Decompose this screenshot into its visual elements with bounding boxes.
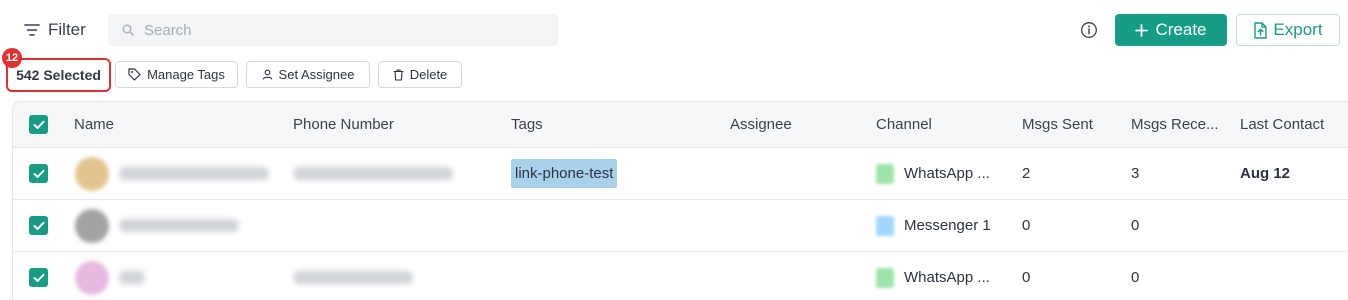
avatar — [75, 156, 109, 191]
delete-button[interactable]: Delete — [378, 61, 462, 88]
row-checkbox[interactable] — [29, 216, 48, 235]
redacted-phone — [293, 167, 453, 180]
check-icon — [33, 169, 44, 178]
avatar-cell — [75, 252, 109, 300]
check-icon — [33, 120, 44, 129]
manage-tags-label: Manage Tags — [147, 67, 225, 82]
channel-label: Messenger 1 — [904, 217, 991, 234]
redacted-name — [119, 219, 239, 232]
tag-chip[interactable]: link-phone-test — [511, 159, 618, 188]
export-label: Export — [1273, 20, 1323, 39]
redacted-name — [119, 167, 269, 180]
msgs-sent-cell: 2 — [1022, 165, 1031, 182]
table-row[interactable]: Messenger 1 0 0 — [13, 200, 1348, 252]
table-header: Name Phone Number Tags Assignee Channel … — [13, 102, 1348, 148]
row-checkbox[interactable] — [29, 164, 48, 183]
table-row[interactable]: WhatsApp ... 0 0 — [13, 252, 1348, 300]
channel-cell: WhatsApp ... — [876, 148, 990, 199]
phone-cell — [293, 148, 453, 199]
last-contact-cell: Aug 12 — [1240, 165, 1291, 182]
row-checkbox-cell — [29, 200, 48, 251]
avatar — [75, 208, 109, 243]
export-icon — [1254, 21, 1268, 39]
select-all-checkbox[interactable] — [29, 115, 48, 134]
column-header-phone[interactable]: Phone Number — [293, 102, 394, 147]
column-header-assignee[interactable]: Assignee — [730, 102, 792, 147]
check-icon — [33, 273, 44, 282]
avatar — [75, 260, 109, 295]
user-icon — [262, 69, 272, 80]
messenger-icon — [876, 215, 894, 236]
msgs-sent-cell: 0 — [1022, 269, 1031, 286]
row-checkbox-cell — [29, 148, 48, 199]
column-header-msgs-sent[interactable]: Msgs Sent — [1022, 102, 1093, 147]
info-icon[interactable] — [1080, 21, 1098, 39]
export-button[interactable]: Export — [1236, 14, 1340, 46]
create-button[interactable]: Create — [1115, 14, 1227, 46]
trash-icon — [393, 68, 404, 81]
msgs-received-cell: 0 — [1131, 269, 1140, 286]
manage-tags-button[interactable]: Manage Tags — [115, 61, 238, 88]
phone-cell — [293, 252, 413, 300]
delete-label: Delete — [409, 67, 448, 82]
whatsapp-icon — [876, 163, 894, 184]
channel-label: WhatsApp ... — [904, 165, 990, 182]
avatar-cell — [75, 200, 109, 251]
name-cell — [119, 200, 239, 251]
set-assignee-button[interactable]: Set Assignee — [246, 61, 370, 88]
column-header-tags[interactable]: Tags — [511, 102, 543, 147]
row-checkbox-cell — [29, 252, 48, 300]
step-badge: 12 — [2, 48, 22, 68]
row-checkbox[interactable] — [29, 268, 48, 287]
msgs-received-cell: 3 — [1131, 165, 1140, 182]
column-header-msgs-received[interactable]: Msgs Rece... — [1131, 102, 1219, 147]
selected-count-label: 542 Selected — [16, 67, 101, 83]
contacts-table: Name Phone Number Tags Assignee Channel … — [12, 101, 1348, 300]
select-all-cell — [29, 102, 48, 147]
create-label: Create — [1155, 20, 1207, 39]
selected-count: 542 Selected — [6, 58, 111, 92]
column-header-name[interactable]: Name — [74, 102, 114, 147]
tags-cell: link-phone-test — [511, 148, 618, 199]
redacted-phone — [293, 271, 413, 284]
plus-icon — [1135, 23, 1149, 37]
name-cell — [119, 252, 145, 300]
search-input[interactable] — [144, 21, 524, 39]
filter-button[interactable]: Filter — [24, 18, 86, 42]
channel-cell: Messenger 1 — [876, 200, 991, 251]
check-icon — [33, 221, 44, 230]
search-bar[interactable] — [108, 14, 558, 46]
search-icon — [122, 24, 134, 36]
channel-label: WhatsApp ... — [904, 269, 990, 286]
whatsapp-icon — [876, 267, 894, 288]
filter-icon — [24, 24, 40, 36]
tag-icon — [128, 68, 141, 81]
redacted-name — [119, 271, 145, 284]
avatar-cell — [75, 148, 109, 199]
column-header-last-contact[interactable]: Last Contact — [1240, 102, 1324, 147]
set-assignee-label: Set Assignee — [278, 67, 355, 82]
msgs-sent-cell: 0 — [1022, 217, 1031, 234]
filter-label: Filter — [48, 20, 86, 39]
channel-cell: WhatsApp ... — [876, 252, 990, 300]
msgs-received-cell: 0 — [1131, 217, 1140, 234]
table-row[interactable]: link-phone-test WhatsApp ... 2 3 Aug 12 — [13, 148, 1348, 200]
column-header-channel[interactable]: Channel — [876, 102, 932, 147]
name-cell — [119, 148, 269, 199]
